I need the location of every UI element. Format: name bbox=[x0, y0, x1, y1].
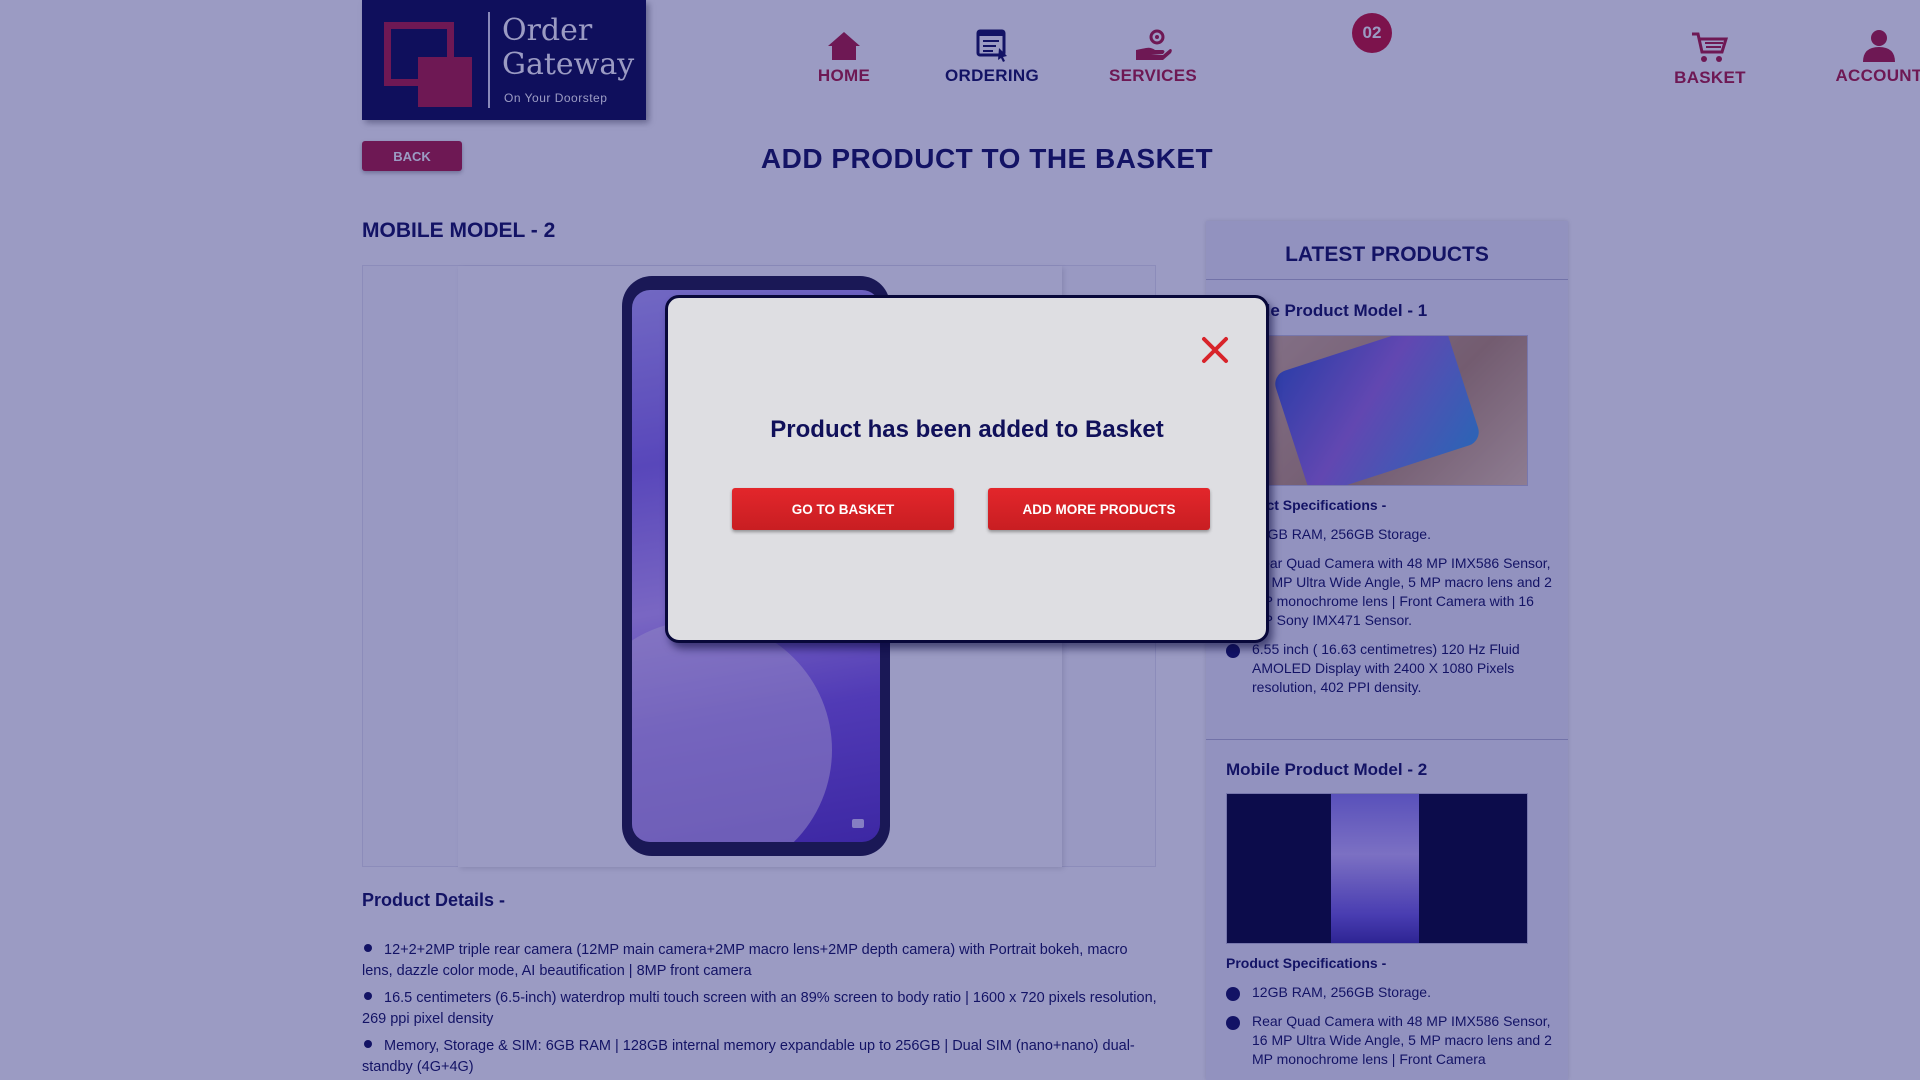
go-to-basket-button[interactable]: GO TO BASKET bbox=[732, 488, 954, 530]
dialog-message: Product has been added to Basket bbox=[770, 416, 1164, 443]
close-icon[interactable] bbox=[1198, 333, 1232, 367]
add-more-products-button[interactable]: ADD MORE PRODUCTS bbox=[988, 488, 1210, 530]
added-to-basket-dialog: Product has been added to Basket GO TO B… bbox=[665, 295, 1269, 643]
